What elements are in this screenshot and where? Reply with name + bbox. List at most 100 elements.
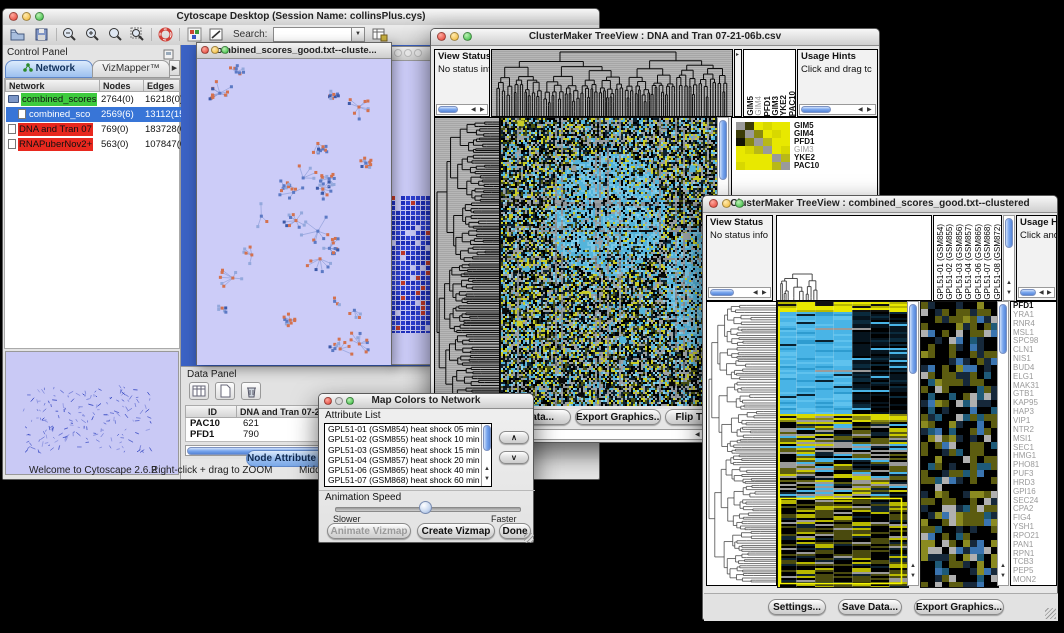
minimize-button[interactable] [722, 199, 731, 208]
scroll-up-icon[interactable]: ▲ [1000, 563, 1006, 569]
attribute-list-vscrollbar[interactable]: ▲ ▼ [481, 424, 492, 486]
save-data-button[interactable]: Save Data... [838, 599, 902, 615]
row-id: PFD1 [190, 429, 214, 440]
animate-vizmap-button[interactable]: Animate Vizmap [327, 523, 411, 539]
attribute-listbox[interactable]: GPL51-01 (GSM854) heat shock 05 minGPL51… [324, 423, 492, 487]
search-input[interactable] [273, 27, 355, 42]
network-row[interactable]: combined_sco2569(6)13112(15) [6, 107, 182, 122]
export-graphics-button[interactable]: Export Graphics... [914, 599, 1004, 615]
network-graph-view[interactable] [197, 59, 391, 365]
close-button[interactable] [9, 12, 18, 21]
view-status-hscrollbar[interactable]: ◀ ▶ [708, 287, 771, 298]
minimize-button[interactable] [22, 12, 31, 21]
scroll-left-icon[interactable]: ◀ [695, 432, 700, 438]
treeview2-title-bar[interactable]: ClusterMaker TreeView : combined_scores_… [703, 196, 1057, 213]
column-dendrogram[interactable] [777, 216, 931, 300]
close-button[interactable] [394, 49, 402, 57]
column-header-edges[interactable]: Edges [143, 79, 180, 92]
animation-speed-slider-thumb[interactable] [419, 501, 432, 514]
treeview2-window[interactable]: ClusterMaker TreeView : combined_scores_… [702, 195, 1058, 620]
zoom-button[interactable] [35, 12, 44, 21]
scroll-down-icon[interactable]: ▼ [910, 573, 916, 579]
create-vizmap-button[interactable]: Create Vizmap [417, 523, 495, 539]
close-button[interactable] [201, 46, 209, 54]
scroll-left-icon[interactable]: ◀ [1039, 290, 1044, 296]
attribute-option[interactable]: GPL51-07 (GSM868) heat shock 60 min [325, 475, 491, 485]
gene-label[interactable]: MON2 [1011, 576, 1056, 585]
scroll-down-icon[interactable]: ▼ [484, 476, 490, 482]
scroll-right-icon[interactable]: ▶ [1047, 290, 1052, 296]
export-graphics-button[interactable]: Export Graphics... [575, 409, 661, 425]
column-dendrogram[interactable] [492, 50, 732, 116]
row-dendrogram[interactable] [435, 118, 499, 405]
network-view-window[interactable]: combined_scores_good.txt--cluste... [196, 42, 392, 365]
scroll-up-icon[interactable]: ▲ [484, 466, 490, 472]
zoom-button[interactable] [414, 49, 422, 57]
scroll-down-icon[interactable]: ▼ [1006, 290, 1012, 296]
new-attribute-button[interactable] [215, 382, 235, 400]
zoom-vscrollbar[interactable]: ▲ ▼ [997, 301, 1009, 586]
birdseye-view[interactable] [6, 352, 178, 474]
scroll-left-icon[interactable]: ◀ [858, 107, 863, 113]
close-button[interactable] [437, 32, 446, 41]
scroll-right-icon[interactable]: ▶ [480, 107, 485, 113]
correlation-matrix[interactable] [736, 122, 790, 170]
attribute-option[interactable]: GPL51-06 (GSM865) heat shock 40 min [325, 465, 491, 475]
zoom-button[interactable] [735, 199, 744, 208]
row-dendrogram[interactable] [707, 302, 776, 585]
network-row[interactable]: combined_scores2764(0)16218(0) [6, 92, 182, 107]
scroll-up-icon[interactable]: ▲ [1006, 280, 1012, 286]
attribute-option[interactable]: GPL51-03 (GSM856) heat shock 15 min [325, 445, 491, 455]
background-network-window[interactable] [390, 46, 431, 365]
minimize-button[interactable] [211, 46, 219, 54]
scroll-up-icon[interactable]: ▲ [910, 563, 916, 569]
dense-network-grid-view[interactable] [391, 196, 430, 333]
labels-vscrollbar[interactable]: ▲ ▼ [1003, 215, 1015, 301]
resize-grip[interactable] [1045, 608, 1056, 619]
scroll-left-icon[interactable]: ◀ [753, 290, 758, 296]
background-window-title-bar[interactable] [391, 47, 430, 61]
expression-heatmap[interactable] [777, 301, 909, 588]
attribute-option[interactable]: GPL51-02 (GSM855) heat shock 10 min [325, 434, 491, 444]
scroll-right-icon[interactable]: ▶ [762, 290, 767, 296]
close-button[interactable] [324, 397, 332, 405]
treeview1-title-bar[interactable]: ClusterMaker TreeView : DNA and Tran 07-… [431, 29, 879, 46]
zoom-button[interactable] [346, 397, 354, 405]
scroll-down-icon[interactable]: ▼ [1000, 573, 1006, 579]
view-status-hscrollbar[interactable]: ◀ ▶ [436, 104, 488, 115]
minimize-button[interactable] [404, 49, 412, 57]
close-button[interactable] [709, 199, 718, 208]
divider-strip[interactable]: ▸ [734, 49, 742, 117]
network-row[interactable]: RNAPuberNov2+563(0)107847(0) [6, 137, 182, 152]
main-title-bar[interactable]: Cytoscape Desktop (Session Name: collins… [3, 9, 599, 26]
tab-network[interactable]: Network [5, 60, 93, 78]
datapanel-header-id[interactable]: ID [185, 405, 237, 418]
move-up-button[interactable]: ∧ [499, 431, 529, 444]
delete-attribute-button[interactable] [241, 382, 261, 400]
tab-vizmapper[interactable]: VizMapper™ [92, 60, 170, 78]
move-down-button[interactable]: v [499, 451, 529, 464]
minimize-button[interactable] [450, 32, 459, 41]
zoomed-heatmap[interactable] [920, 301, 999, 588]
resize-grip[interactable] [524, 533, 534, 543]
attribute-option[interactable]: GPL51-01 (GSM854) heat shock 05 min [325, 424, 491, 434]
heatmap-vscrollbar[interactable]: ▲ ▼ [907, 301, 919, 586]
zoom-button[interactable] [463, 32, 472, 41]
more-tabs-button[interactable]: ▶ [169, 60, 180, 76]
usage-hints-hscrollbar[interactable]: ◀ ▶ [1018, 287, 1055, 298]
expression-heatmap[interactable] [500, 117, 718, 408]
zoom-button[interactable] [221, 46, 229, 54]
map-colors-dialog[interactable]: Map Colors to Network Attribute List GPL… [318, 393, 534, 543]
attribute-option[interactable]: GPL51-04 (GSM857) heat shock 20 min [325, 455, 491, 465]
minimize-button[interactable] [335, 397, 343, 405]
select-attributes-button[interactable] [189, 382, 209, 400]
scroll-left-icon[interactable]: ◀ [471, 107, 476, 113]
scroll-right-icon[interactable]: ▶ [867, 107, 872, 113]
search-dropdown-button[interactable]: ▼ [351, 27, 365, 42]
treeview1-column-labels-panel: GIM5GIM4PFD1GIM3YKE2PAC10 [743, 49, 796, 117]
column-header-nodes[interactable]: Nodes [99, 79, 144, 92]
column-header-network[interactable]: Network [5, 79, 100, 92]
settings-button[interactable]: Settings... [768, 599, 826, 615]
network-row[interactable]: DNA and Tran 07769(0)183728(0) [6, 122, 182, 137]
usage-hints-hscrollbar[interactable]: ◀ ▶ [799, 104, 876, 115]
